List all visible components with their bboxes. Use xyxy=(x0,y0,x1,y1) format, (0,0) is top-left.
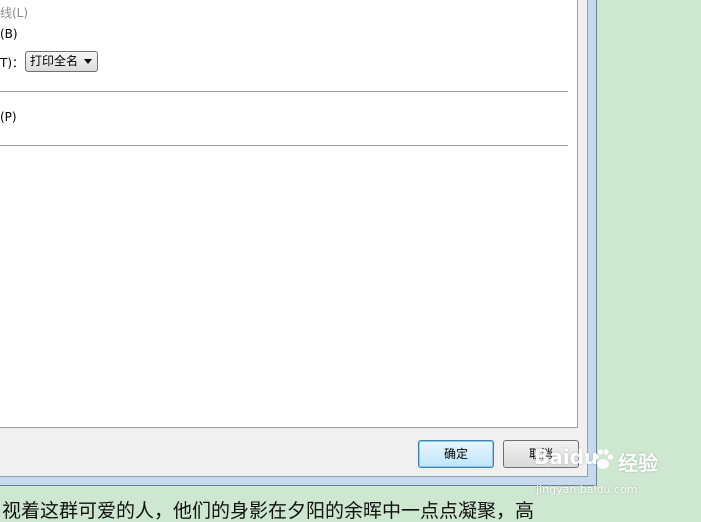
baidu-jingyan-watermark: Baidu 经验 jingyan.baidu.com xyxy=(534,443,674,503)
option-gridlines-label[interactable]: 线(L) xyxy=(0,4,28,21)
separator-line xyxy=(0,91,568,92)
option-t-label: T)： xyxy=(0,56,25,70)
combo-value: 打印全名 xyxy=(30,54,79,68)
option-b-label[interactable]: (B) xyxy=(0,27,18,41)
paw-icon xyxy=(593,449,614,469)
separator-line xyxy=(0,145,568,146)
option-p-label[interactable]: (P) xyxy=(0,110,17,124)
print-name-combobox[interactable]: 打印全名 xyxy=(25,51,98,72)
watermark-brand: Baidu xyxy=(534,445,599,469)
dropdown-arrow-icon xyxy=(84,59,92,64)
watermark-url: jingyan.baidu.com xyxy=(536,483,638,496)
watermark-cn-label: 经验 xyxy=(618,451,658,475)
options-panel: 线(L) (B) T)： 打印全名 (P) xyxy=(0,0,578,428)
ok-button[interactable]: 确定 xyxy=(418,440,494,468)
